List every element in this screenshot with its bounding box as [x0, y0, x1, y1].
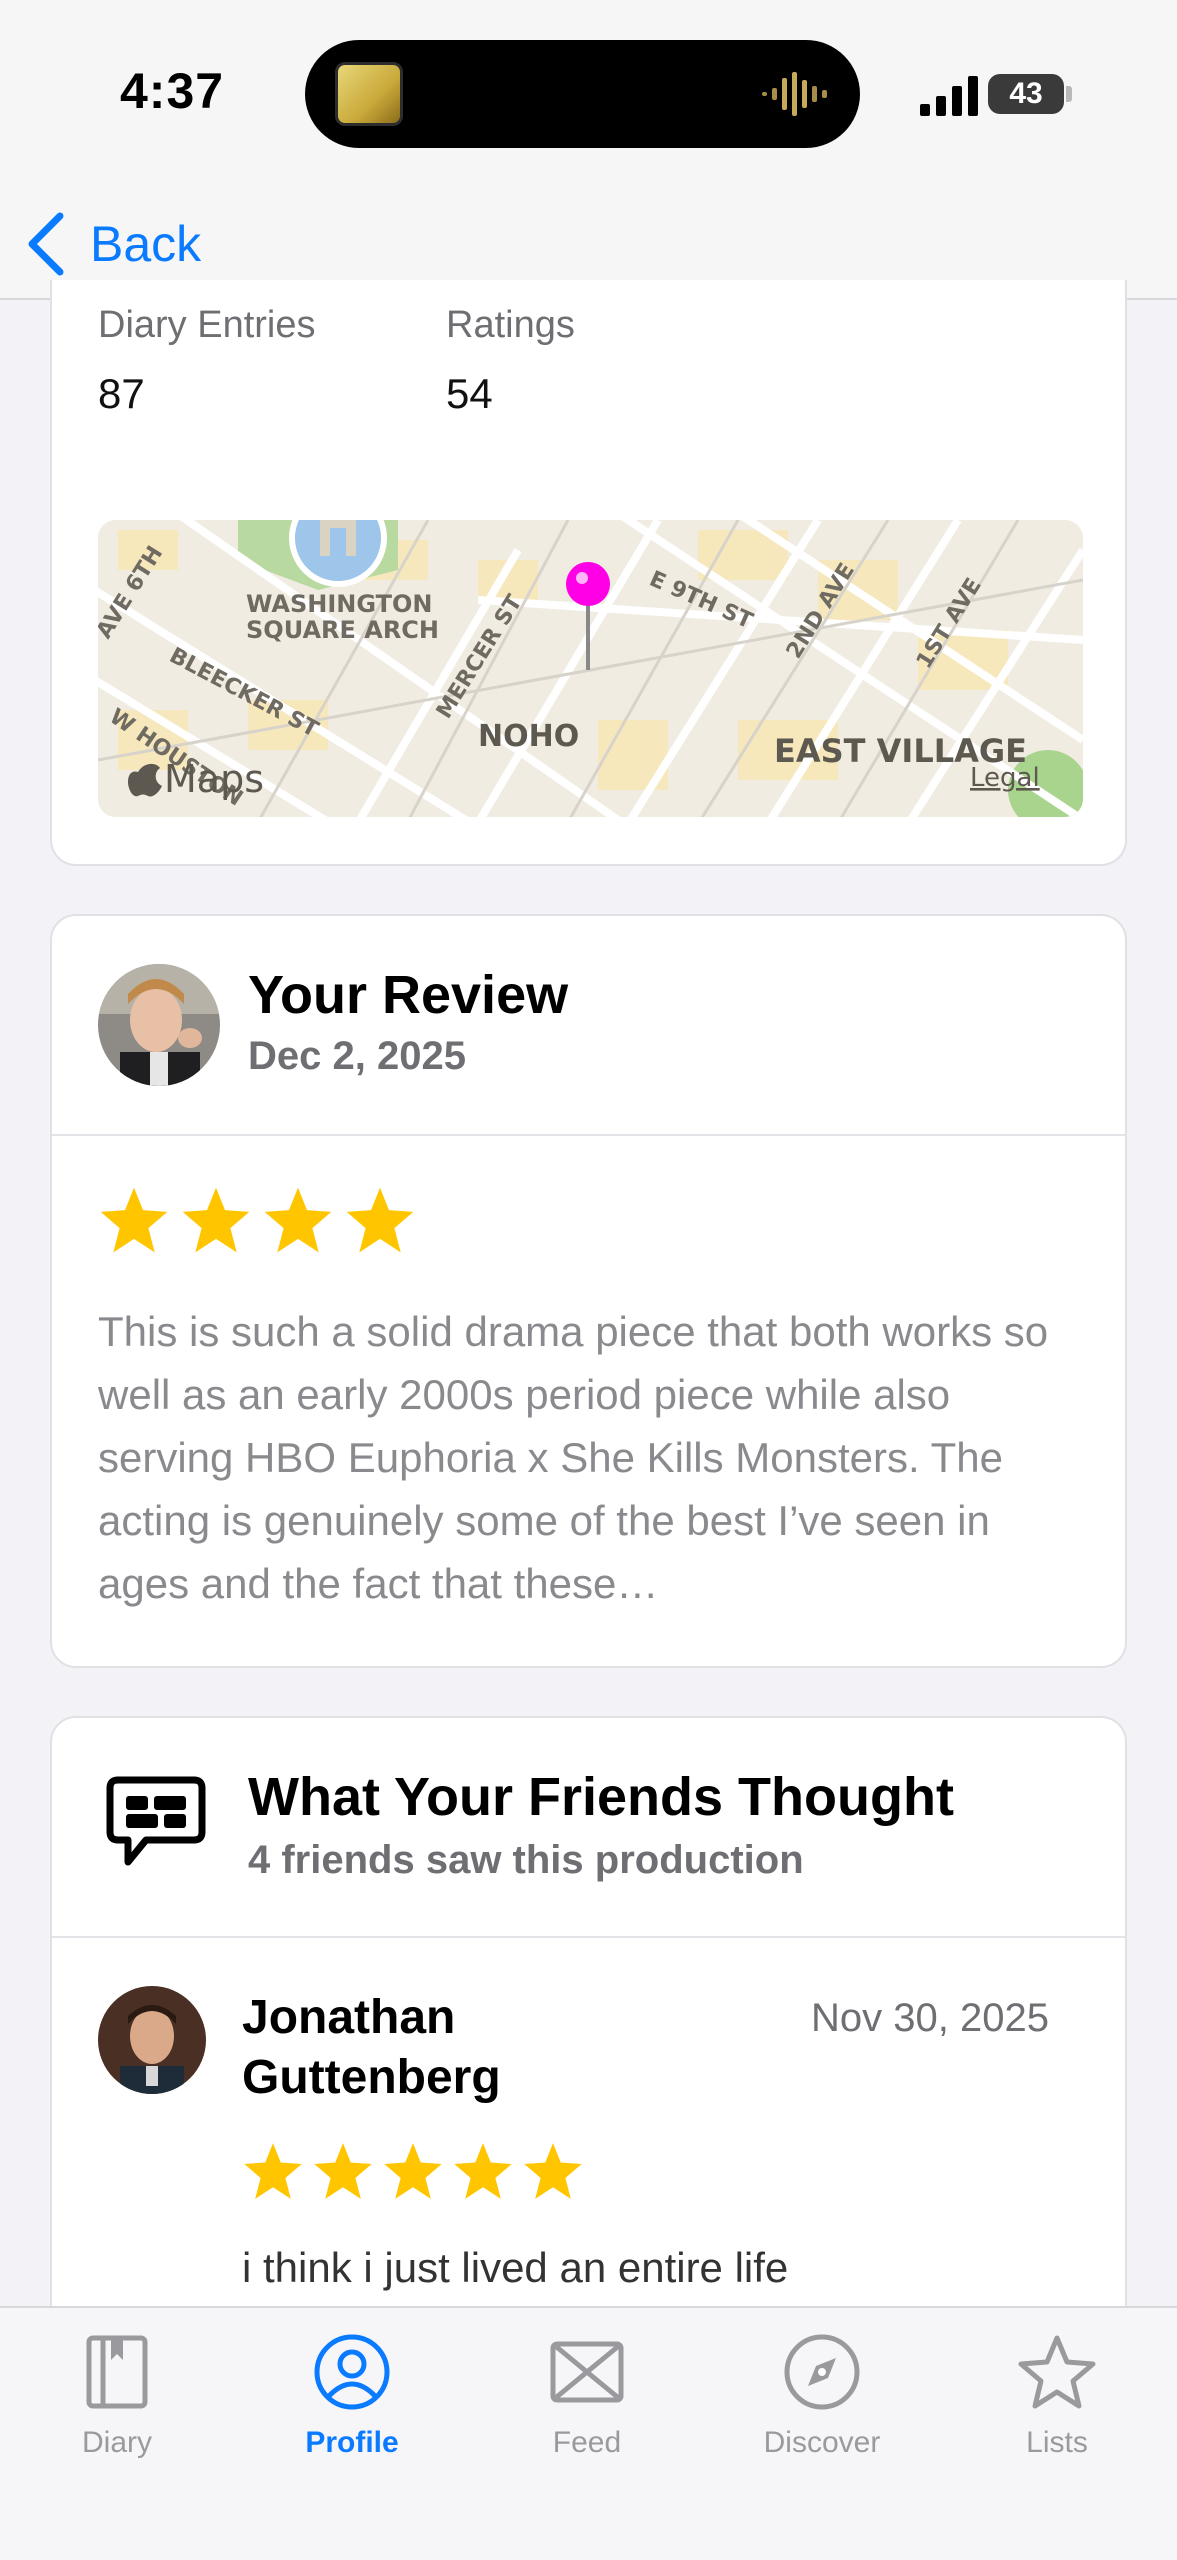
tab-lists[interactable]: Lists	[957, 2332, 1157, 2460]
map-canvas: WASHINGTON SQUARE ARCH NOHO EAST VILLAGE…	[98, 520, 1083, 817]
your-review-card[interactable]: Your Review Dec 2, 2025 This is such a s…	[50, 914, 1127, 1668]
audio-waveform-icon	[762, 72, 827, 116]
tab-feed[interactable]: Feed	[487, 2332, 687, 2460]
chevron-left-icon	[28, 212, 64, 276]
friends-section-title: What Your Friends Thought	[248, 1767, 954, 1827]
now-playing-artwork	[335, 62, 403, 126]
diary-entries-value: 87	[98, 370, 145, 417]
rating-star-icon	[524, 2143, 582, 2199]
person-circle-icon	[314, 2334, 390, 2410]
book-icon	[86, 2335, 148, 2409]
tab-lists-label: Lists	[1026, 2426, 1088, 2459]
envelope-icon	[550, 2341, 624, 2403]
stats-card: Diary Entries 87 Ratings 54 WASHINGTON S…	[50, 280, 1127, 866]
friends-count-subtitle: 4 friends saw this production	[248, 1838, 804, 1882]
speech-bubble-icon	[106, 1776, 206, 1866]
svg-text:Maps: Maps	[164, 757, 264, 801]
tab-discover-label: Discover	[763, 2426, 881, 2459]
friend-avatar[interactable]	[98, 1986, 206, 2094]
rating-star-icon	[244, 2143, 302, 2199]
friends-divider	[52, 1936, 1125, 1938]
rating-star-icon	[454, 2143, 512, 2199]
rating-star-icon	[182, 1187, 250, 1253]
venue-map[interactable]: WASHINGTON SQUARE ARCH NOHO EAST VILLAGE…	[98, 520, 1083, 817]
back-label: Back	[90, 216, 202, 272]
dynamic-island[interactable]	[305, 40, 860, 148]
compass-icon	[784, 2334, 860, 2410]
battery-tip	[1066, 86, 1072, 102]
review-title: Your Review	[248, 965, 569, 1025]
rating-star-icon	[100, 1187, 168, 1253]
friend-name-line2: Guttenberg	[242, 2051, 501, 2104]
tab-diary[interactable]: Diary	[17, 2332, 217, 2460]
map-pin-icon	[566, 562, 610, 606]
ratings-value: 54	[446, 370, 493, 417]
friend-review-date: Nov 30, 2025	[811, 1996, 1049, 2040]
ratings-label: Ratings	[446, 304, 575, 346]
rating-star-icon	[264, 1187, 332, 1253]
tab-diary-label: Diary	[81, 2426, 152, 2459]
rating-star-icon	[314, 2143, 372, 2199]
rating-star-icon	[384, 2143, 442, 2199]
friend-rating-stars	[242, 2140, 592, 2202]
map-label-washington: WASHINGTON	[246, 590, 433, 618]
tab-discover[interactable]: Discover	[722, 2332, 922, 2460]
friend-name[interactable]: Jonathan Guttenberg	[242, 1988, 501, 2108]
battery-indicator: 43	[988, 74, 1064, 114]
back-button[interactable]: Back	[26, 204, 201, 284]
cellular-signal-icon	[920, 76, 978, 116]
status-bar: 4:37 43	[0, 0, 1177, 190]
review-text: This is such a solid drama piece that bo…	[98, 1308, 1049, 1607]
tab-profile[interactable]: Profile	[252, 2332, 452, 2460]
tab-bar: Diary Profile Feed Discover Lists	[0, 2306, 1177, 2560]
tab-feed-label: Feed	[552, 2426, 622, 2459]
tab-profile-label: Profile	[305, 2426, 399, 2459]
review-date: Dec 2, 2025	[248, 1034, 466, 1078]
diary-entries-label: Diary Entries	[98, 304, 316, 346]
user-avatar	[98, 964, 220, 1086]
star-outline-icon	[1018, 2335, 1096, 2409]
map-label-square-arch: SQUARE ARCH	[246, 616, 439, 644]
status-time: 4:37	[120, 63, 225, 119]
map-label-noho: NOHO	[478, 719, 579, 754]
map-legal-link: Legal	[970, 763, 1040, 793]
review-rating-stars	[98, 1184, 426, 1256]
rating-star-icon	[346, 1187, 414, 1253]
friend-review-text: i think i just lived an entire life	[242, 2244, 789, 2291]
review-divider	[52, 1134, 1125, 1136]
friend-name-line1: Jonathan	[242, 1991, 456, 2044]
